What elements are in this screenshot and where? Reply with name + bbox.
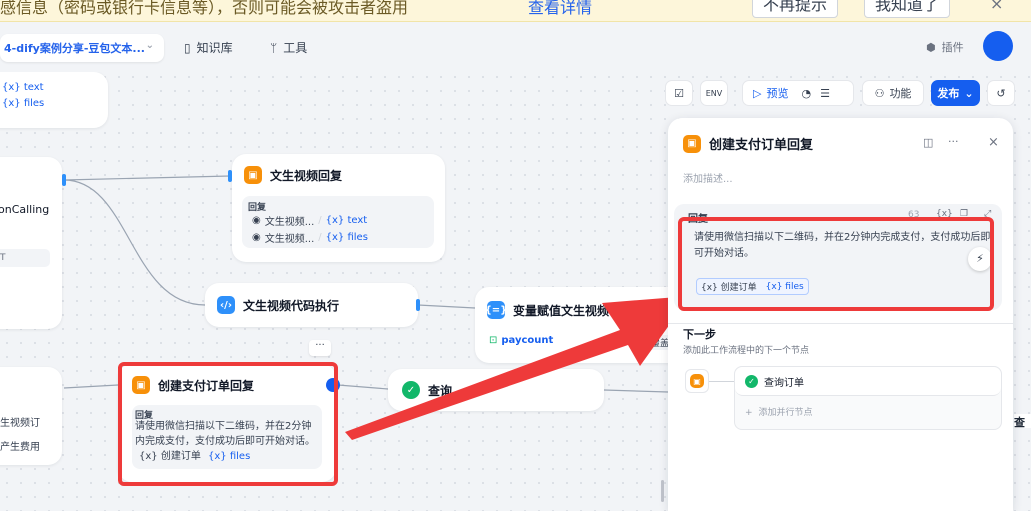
next-connector [709,381,734,382]
next-node-box: ✓ 查询订单 + 添加并行节点 [734,366,1002,430]
toolbar-button-env[interactable]: ENV [700,80,728,106]
banner-close-icon[interactable]: × [990,0,1003,13]
top-bar: 4-dify案例分享-豆包文本... ⌄ ▯ 知识库 ᛘ 工具 ⬢ 插件 [0,22,1031,72]
version-history-button[interactable]: ↺ [987,80,1015,106]
cube-icon: ⬢ [926,40,936,54]
chevron-down-icon: ⌄ [964,86,974,100]
publish-button[interactable]: 发布 ⌄ [931,80,980,106]
book-open-icon[interactable]: ◫ [923,136,933,149]
app-selector[interactable]: 4-dify案例分享-豆包文本... ⌄ [0,34,164,62]
nav-knowledge[interactable]: ▯ 知识库 [184,39,233,56]
next-node-item[interactable]: ✓ 查询订单 [735,367,1001,396]
avatar[interactable] [983,31,1013,61]
partial-text-right: 查 [1014,414,1031,429]
reply-icon: ▣ [690,374,704,388]
close-icon[interactable]: × [988,135,999,150]
toolbar-preview-group: ▷ 预览 ◔ ☰ [742,80,854,106]
banner-text: 感信息（密码或银行卡信息等），否则可能会被攻击者盗用 [0,0,409,17]
check-list-icon: ☑ [674,86,684,100]
wrench-icon: ᛘ [270,40,278,55]
red-arrow [345,296,690,440]
current-node-icon: ▣ [685,369,709,393]
book-icon: ▯ [184,40,191,55]
warning-banner: 感信息（密码或银行卡信息等），否则可能会被攻击者盗用 查看详情 不再提示 我知道… [0,0,1031,22]
panel-title[interactable]: 创建支付订单回复 [709,134,813,153]
nav-plugin[interactable]: ⬢ 插件 [926,39,964,55]
env-icon: ENV [705,88,723,98]
nav-tools[interactable]: ᛘ 工具 [270,39,307,56]
no-remind-button[interactable]: 不再提示 [752,0,839,18]
features-icon: ⚇ [874,86,885,100]
next-step-desc: 添加此工作流程中的下一个节点 [683,346,810,356]
add-parallel-node-button[interactable]: + 添加并行节点 [745,405,813,418]
reply-icon: ▣ [683,134,701,153]
features-button[interactable]: ⚇ 功能 [862,80,924,106]
node-config-panel: ▣ 创建支付订单回复 ◫ ··· × 添加描述... 回复 63 {x} ❐ ⤢ … [668,118,1013,511]
toolbar-button-checklist[interactable]: ☑ [665,80,693,106]
more-icon[interactable]: ··· [948,135,959,148]
preview-button[interactable]: 预览 [766,85,788,101]
divider [668,323,1013,324]
list-icon[interactable]: ☰ [820,87,830,100]
chevron-down-icon: ⌄ [145,40,154,51]
next-step-title: 下一步 [683,328,716,341]
description-input[interactable]: 添加描述... [683,170,733,185]
got-it-button[interactable]: 我知道了 [864,0,951,18]
app-name: 4-dify案例分享-豆包文本... [4,42,145,55]
history-run-icon[interactable]: ◔ [801,87,811,100]
check-icon: ✓ [745,374,758,388]
canvas-scrollbar[interactable] [661,480,664,502]
play-icon: ▷ [753,86,762,100]
highlight-box-panel [678,217,994,311]
plus-icon: + [745,408,753,418]
banner-link[interactable]: 查看详情 [528,0,592,18]
history-icon: ↺ [996,86,1006,100]
